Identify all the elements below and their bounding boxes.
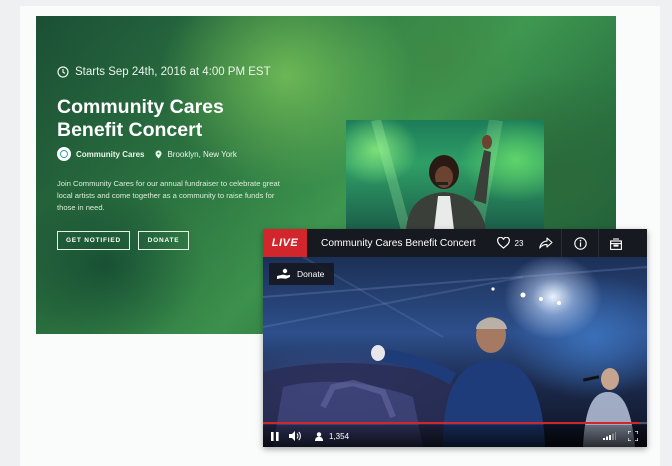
gift-icon — [610, 237, 622, 250]
share-button[interactable] — [531, 229, 561, 257]
donate-hand-icon — [277, 268, 291, 280]
stage-scene — [263, 257, 647, 447]
player-actions: 23 — [489, 229, 633, 257]
event-title-line1: Community Cares — [57, 96, 224, 118]
player-title: Community Cares Benefit Concert — [321, 237, 476, 249]
get-notified-button[interactable]: GET NOTIFIED — [57, 231, 130, 250]
live-video-player[interactable]: Donate 1,354 LIVE Community Cares Benefi… — [263, 229, 647, 447]
performer-figure — [371, 120, 503, 230]
event-start-time: Starts Sep 24th, 2016 at 4:00 PM EST — [57, 66, 271, 78]
event-location: Brooklyn, New York — [167, 149, 237, 159]
player-controls: 1,354 — [263, 422, 647, 447]
viewers-icon — [315, 431, 323, 441]
live-badge: LIVE — [263, 229, 307, 257]
donate-chip-label: Donate — [297, 269, 325, 279]
like-count: 23 — [514, 238, 524, 248]
clock-icon — [57, 66, 69, 78]
event-meta: Community Cares Brooklyn, New York — [57, 147, 237, 161]
donate-button[interactable]: DONATE — [138, 231, 189, 250]
share-icon — [539, 237, 553, 249]
gift-button[interactable] — [598, 229, 633, 257]
event-title-line2: Benefit Concert — [57, 119, 203, 141]
info-button[interactable] — [561, 229, 598, 257]
event-title: Community Cares Benefit Concert — [57, 96, 277, 142]
viewer-count: 1,354 — [329, 431, 350, 441]
video-frame[interactable]: Donate 1,354 — [263, 257, 647, 447]
organizer-name[interactable]: Community Cares — [76, 150, 144, 159]
signal-icon — [603, 432, 616, 440]
volume-icon[interactable] — [289, 431, 301, 441]
progress-fill — [263, 422, 640, 424]
location-pin-icon — [155, 150, 162, 159]
fullscreen-icon[interactable] — [628, 431, 638, 441]
event-description: Join Community Cares for our annual fund… — [57, 179, 280, 212]
organizer-logo — [57, 147, 71, 161]
like-button[interactable]: 23 — [489, 229, 531, 257]
player-header: LIVE Community Cares Benefit Concert 23 — [263, 229, 647, 257]
progress-bar[interactable] — [263, 422, 647, 424]
heart-icon — [496, 237, 510, 249]
donate-chip[interactable]: Donate — [269, 263, 335, 285]
performer-photo — [346, 120, 544, 230]
pause-icon[interactable] — [271, 431, 279, 441]
start-time-text: Starts Sep 24th, 2016 at 4:00 PM EST — [75, 66, 271, 78]
info-icon — [573, 236, 587, 250]
